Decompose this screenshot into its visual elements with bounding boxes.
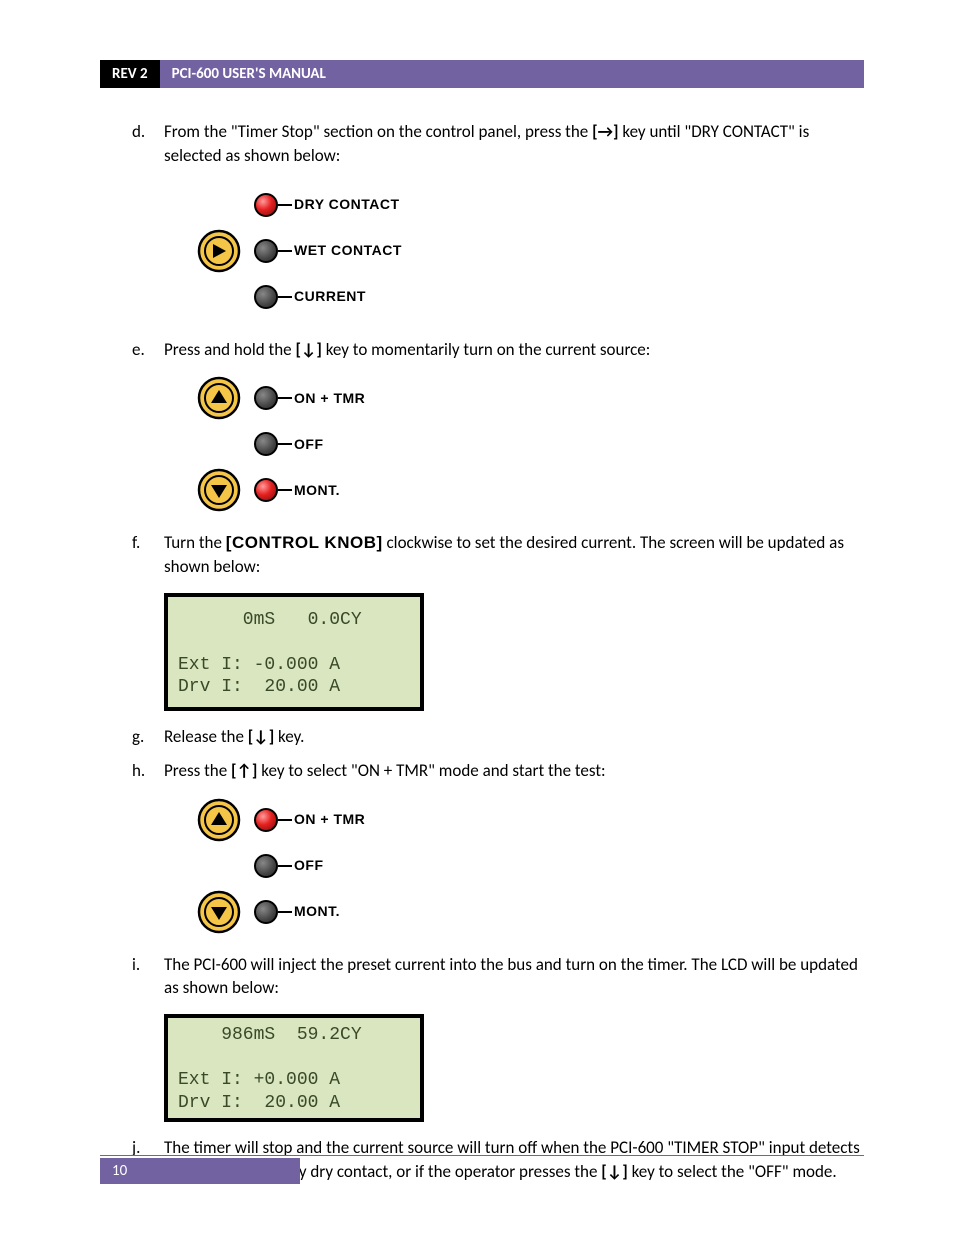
step-g: g. Release the [↓] key.	[164, 725, 864, 749]
right-arrow-key-label: [→]	[592, 121, 618, 142]
down-arrow-key-label: [↓]	[295, 339, 321, 360]
step-i: i. The PCI-600 will inject the preset cu…	[164, 953, 864, 1123]
step-h-text-after: key to select "ON + TMR" mode and start …	[257, 760, 605, 781]
step-e: e. Press and hold the [↓] key to momenta…	[164, 338, 864, 514]
page-header: REV 2 PCI-600 USER'S MANUAL	[100, 60, 864, 88]
diagram-current-source-e: ON + TMR OFF	[184, 375, 864, 513]
up-arrow-button-icon	[196, 797, 242, 843]
step-d: d. From the "Timer Stop" section on the …	[164, 120, 864, 320]
led-label: MONT.	[294, 481, 340, 501]
led-label: DRY CONTACT	[294, 195, 400, 215]
led-label: CURRENT	[294, 287, 366, 307]
led-off	[254, 854, 278, 878]
page-footer: 10	[100, 1155, 864, 1184]
led-label: ON + TMR	[294, 810, 365, 830]
diagram-current-source-h: ON + TMR OFF	[184, 797, 864, 935]
up-arrow-button-icon	[196, 375, 242, 421]
step-marker: f.	[132, 531, 140, 555]
header-rev: REV 2	[100, 60, 160, 88]
right-arrow-button-icon	[196, 228, 242, 274]
control-knob-label: [CONTROL KNOB]	[226, 533, 383, 552]
step-e-text-after: key to momentarily turn on the current s…	[322, 339, 650, 360]
step-marker: e.	[132, 338, 145, 362]
lcd-display-2: 986mS 59.2CY Ext I: +0.000 A Drv I: 20.0…	[164, 1014, 424, 1122]
down-arrow-button-icon	[196, 467, 242, 513]
step-h-text-before: Press the	[164, 760, 231, 781]
step-h: h. Press the [↑] key to select "ON + TMR…	[164, 759, 864, 935]
down-arrow-key-label: [↓]	[248, 726, 274, 747]
page-number: 10	[100, 1158, 300, 1184]
step-marker: i.	[132, 953, 140, 977]
diagram-timer-stop: DRY CONTACT WET CONTACT	[184, 182, 864, 320]
led-mont	[254, 478, 278, 502]
step-marker: d.	[132, 120, 145, 144]
led-wet-contact	[254, 239, 278, 263]
led-label: OFF	[294, 856, 324, 876]
led-on-tmr	[254, 386, 278, 410]
led-off	[254, 432, 278, 456]
led-on-tmr	[254, 808, 278, 832]
step-d-text-before: From the "Timer Stop" section on the con…	[164, 121, 592, 142]
led-mont	[254, 900, 278, 924]
step-marker: h.	[132, 759, 145, 783]
led-label: WET CONTACT	[294, 241, 402, 261]
step-marker: g.	[132, 725, 144, 749]
step-i-text: The PCI-600 will inject the preset curre…	[164, 954, 858, 999]
lcd-display-1: 0mS 0.0CY Ext I: -0.000 A Drv I: 20.00 A	[164, 593, 424, 711]
header-title: PCI-600 USER'S MANUAL	[160, 60, 864, 88]
led-label: OFF	[294, 435, 324, 455]
led-label: MONT.	[294, 902, 340, 922]
step-f-text-before: Turn the	[164, 532, 226, 553]
step-e-text-before: Press and hold the	[164, 339, 295, 360]
step-f: f. Turn the [CONTROL KNOB] clockwise to …	[164, 531, 864, 711]
step-g-text-after: key.	[274, 726, 304, 747]
step-g-text-before: Release the	[164, 726, 248, 747]
down-arrow-button-icon	[196, 889, 242, 935]
led-label: ON + TMR	[294, 389, 365, 409]
up-arrow-key-label: [↑]	[231, 760, 257, 781]
led-current	[254, 285, 278, 309]
led-dry-contact	[254, 193, 278, 217]
